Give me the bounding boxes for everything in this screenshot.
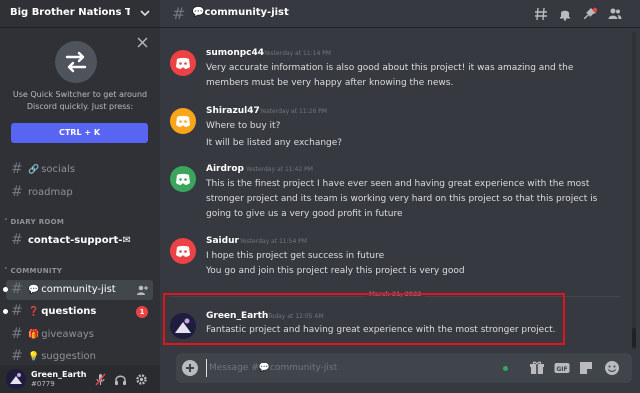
message-author[interactable]: Saidur [206,236,239,246]
message-text: Where to buy it? [206,121,281,131]
page-title: 💬community-jist [192,7,289,18]
channel-label: contact-support- [28,235,123,246]
message-author[interactable]: sumonpc44 [206,48,264,58]
bell-icon[interactable] [558,7,572,21]
channel-label: giveaways [41,329,94,340]
hashtag-icon: # [11,184,23,200]
link-emoji-icon: 🔗 [28,165,40,175]
user-name: Green_Earth [31,370,87,379]
message-timestamp: Yesterday at 11:26 PM [260,108,327,115]
emoji-icon[interactable] [604,360,620,376]
headphones-icon[interactable] [114,373,127,386]
speech-bubble-emoji-icon: 💬 [28,285,40,295]
gift-emoji-icon: 🎁 [28,330,40,340]
server-name: Big Brother Nations Tok... [10,7,130,18]
message-text: This is the finest project I have ever s… [206,179,590,189]
mute-microphone-icon[interactable] [94,373,107,386]
scrollbar[interactable] [632,32,636,350]
channel-questions[interactable]: # ❓ questions 1 [3,302,153,322]
add-attachment-button[interactable] [182,360,198,376]
message-input[interactable] [206,359,496,377]
message-text: members must be very happy after knowing… [206,78,454,88]
avatar[interactable] [6,369,26,389]
message-timestamp: Yesterday at 11:14 PM [264,50,331,57]
message-text: You go and join this project realy this … [206,266,465,276]
speech-bubble-emoji-icon: 💬 [192,7,205,18]
user-panel: Green_Earth #0779 [0,365,160,393]
channel-socials[interactable]: # 🔗 socials [6,160,153,180]
hashtag-icon: # [11,326,23,342]
category-community[interactable]: ˅ COMMUNITY [4,267,62,275]
highlight-box [163,293,565,345]
user-tag: #0779 [31,380,55,388]
avatar[interactable] [170,238,196,264]
quick-switcher-arrows-icon [55,41,97,83]
channel-label: suggestion [41,351,96,362]
hashtag-icon: # [11,161,23,177]
message-composer: GIF [176,353,632,383]
server-header[interactable]: Big Brother Nations Tok... [0,0,160,28]
quick-switcher-button[interactable]: CTRL + K [11,123,148,143]
hashtag-icon: # [11,281,23,297]
avatar[interactable] [170,108,196,134]
gif-icon[interactable]: GIF [554,360,570,376]
quick-switcher-text: Use Quick Switcher to get around Discord… [12,90,148,111]
unread-indicator [3,287,8,292]
add-member-icon[interactable] [136,284,148,296]
mention-badge: 1 [136,306,148,318]
channel-community-jist[interactable]: # 💬 community-jist [3,280,153,300]
question-emoji-icon: ❓ [28,307,40,317]
gear-icon[interactable] [135,373,148,386]
chat-area: # 💬community-jist sumonpc44 Yesterday at… [160,0,640,393]
channel-sidebar: Big Brother Nations Tok... Use Quick Swi… [0,0,160,393]
pin-icon[interactable] [583,7,597,21]
avatar[interactable] [170,166,196,192]
channel-label: socials [41,164,75,175]
discord-logo-icon [176,57,190,69]
plus-icon [186,364,194,372]
channel-roadmap[interactable]: # roadmap [6,183,153,203]
discord-app: Big Brother Nations Tok... Use Quick Swi… [0,0,640,393]
gift-icon[interactable] [529,360,545,376]
message-text: I hope this project get success in futur… [206,251,385,261]
message-text: It will be listed any exchange? [206,138,343,148]
hashtag-icon: # [11,232,23,248]
message-timestamp: Yesterday at 11:54 PM [240,238,307,245]
channel-label: roadmap [28,187,73,198]
chevron-down-icon [140,10,150,17]
message-timestamp: Yesterday at 11:42 PM [246,166,313,173]
message-text: going to give us a very good profit in f… [206,209,403,219]
channel-giveaways[interactable]: # 🎁 giveaways [6,325,153,345]
channel-header: # 💬community-jist [160,0,640,28]
channel-label: community-jist [41,284,116,295]
discord-logo-icon [176,245,190,257]
envelope-emoji-icon: ✉ [122,235,131,246]
message-text: stronger project and its team is working… [206,194,598,204]
member-list-icon[interactable] [608,7,622,21]
quick-switcher-tip: Use Quick Switcher to get around Discord… [0,29,160,155]
sticker-icon[interactable] [578,360,594,376]
online-indicator [503,366,508,371]
hashtag-icon: # [11,348,23,364]
message-text: Very accurate information is also good a… [206,63,574,73]
close-icon[interactable] [137,37,148,48]
avatar[interactable] [170,50,196,76]
svg-text:GIF: GIF [556,366,567,373]
threads-icon[interactable] [534,7,548,21]
message-author[interactable]: Airdrop [206,164,244,174]
discord-logo-icon [176,173,190,185]
lightbulb-emoji-icon: 💡 [28,352,40,362]
scroll-thumb[interactable] [632,328,636,348]
discord-logo-icon [176,115,190,127]
unread-indicator [3,309,8,314]
hashtag-icon: # [172,4,186,23]
channel-suggestion[interactable]: # 💡 suggestion [6,347,153,367]
hashtag-icon: # [11,303,23,319]
category-diary-room[interactable]: ˅ DIARY ROOM [4,218,64,226]
message-author[interactable]: Shirazul47 [206,106,260,116]
channel-label: questions [41,306,97,317]
channel-contact-support[interactable]: # contact-support-✉ [6,231,153,251]
